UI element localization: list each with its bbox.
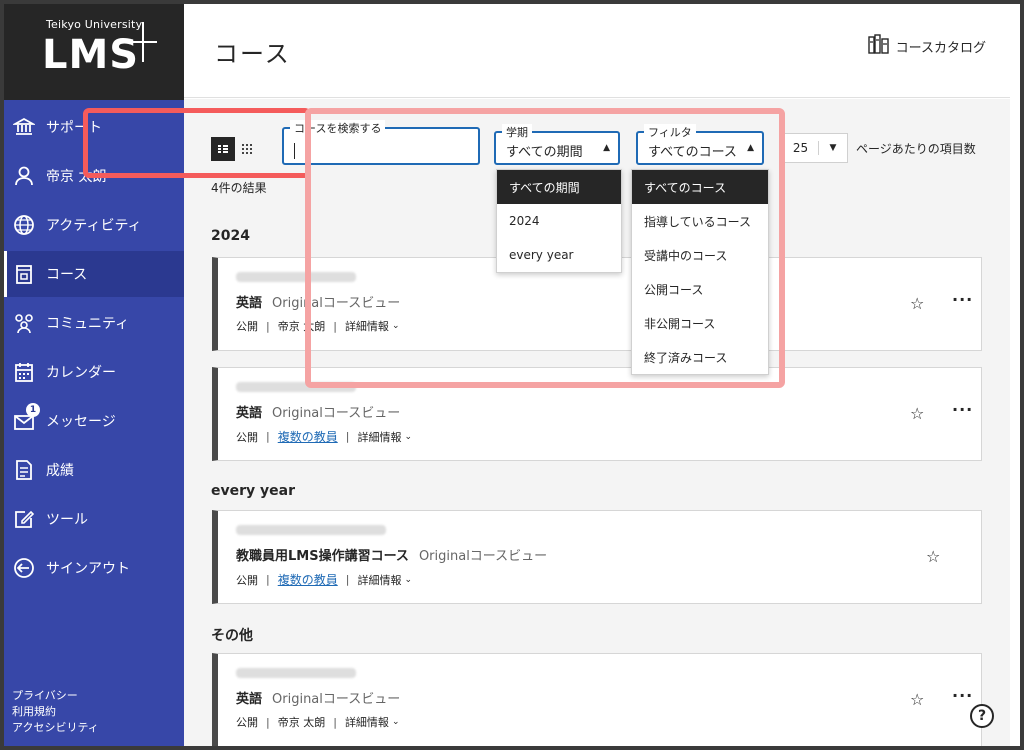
caret-down-icon: ▼ (829, 143, 837, 153)
more-options-icon[interactable]: ··· (952, 290, 973, 309)
course-instructor-link[interactable]: 複数の教員 (278, 428, 338, 445)
course-id-blurred (236, 525, 386, 535)
course-instructor-link[interactable]: 複数の教員 (278, 571, 338, 588)
more-options-icon[interactable]: ··· (952, 686, 973, 705)
course-title[interactable]: 英語 (236, 688, 262, 707)
separator: | (345, 430, 350, 443)
sidebar-footer: プライバシー 利用規約 アクセシビリティ (12, 688, 99, 736)
filters-highlight-box (305, 108, 785, 388)
course-catalog-link[interactable]: コースカタログ (867, 34, 986, 58)
signout-icon (12, 556, 36, 580)
course-title[interactable]: 英語 (236, 292, 262, 311)
bank-icon (12, 115, 36, 139)
page-title: コース (214, 40, 291, 68)
community-icon (12, 311, 36, 335)
chevron-down-icon[interactable]: ⌄ (404, 575, 412, 585)
course-instructor: 帝京 太朗 (277, 716, 326, 729)
sidebar-item-label: コミュニティ (46, 316, 130, 332)
unread-badge: 1 (26, 403, 40, 417)
course-title[interactable]: 英語 (236, 402, 262, 421)
sidebar-item-community[interactable]: コミュニティ (4, 300, 184, 346)
favorite-star-icon[interactable]: ☆ (910, 690, 924, 709)
course-status: 公開 (236, 430, 258, 444)
sidebar-item-label: カレンダー (46, 365, 116, 381)
sidebar-item-label: ツール (46, 512, 88, 528)
logo-university: Teikyo University (46, 18, 143, 31)
course-view-type: Originalコースビュー (418, 549, 548, 564)
course-view-type: Originalコースビュー (272, 406, 401, 421)
course-icon (12, 262, 36, 286)
logo: Teikyo University LMS (4, 4, 184, 100)
separator: | (333, 715, 337, 729)
chevron-down-icon[interactable]: ⌄ (404, 432, 412, 442)
sidebar-item-activity[interactable]: アクティビティ (4, 202, 184, 248)
result-count: 4件の結果 (211, 181, 267, 195)
favorite-star-icon[interactable]: ☆ (926, 547, 940, 566)
sidebar-item-label: コース (46, 267, 88, 283)
course-view-type: Originalコースビュー (272, 692, 401, 707)
mail-icon: 1 (12, 403, 40, 433)
course-title[interactable]: 教職員用LMS操作講習コース (236, 545, 409, 564)
sidebar-item-label: サインアウト (46, 561, 130, 577)
details-toggle[interactable]: 詳細情報 (345, 714, 389, 730)
course-title-row: 英語 Originalコースビュー (236, 688, 400, 707)
separator: | (266, 573, 270, 586)
calendar-icon (12, 360, 36, 384)
details-toggle[interactable]: 詳細情報 (357, 429, 401, 445)
separator: | (345, 573, 350, 586)
per-page-select[interactable]: 25 ▼ (782, 133, 848, 163)
separator: | (266, 430, 270, 443)
user-icon (12, 164, 36, 188)
sidebar-item-grades[interactable]: 成績 (4, 447, 184, 493)
course-title-row: 英語 Originalコースビュー (236, 402, 400, 421)
course-status: 公開 (236, 716, 258, 729)
accessibility-link[interactable]: アクセシビリティ (12, 720, 99, 736)
per-page-label: ページあたりの項目数 (856, 141, 976, 156)
sidebar-item-tools[interactable]: ツール (4, 496, 184, 542)
group-heading: 2024 (211, 228, 250, 244)
course-title-row: 教職員用LMS操作講習コース Originalコースビュー (236, 545, 547, 564)
terms-link[interactable]: 利用規約 (12, 704, 99, 720)
sidebar-item-messages[interactable]: 1 メッセージ (4, 398, 184, 444)
course-meta: 公開 | 複数の教員 | 詳細情報 ⌄ (236, 428, 412, 445)
logo-cross-horizontal (131, 41, 157, 43)
sidebar-item-signout[interactable]: サインアウト (4, 545, 184, 591)
course-card[interactable]: 教職員用LMS操作講習コース Originalコースビュー 公開 | 複数の教員… (212, 510, 982, 604)
course-status: 公開 (236, 573, 258, 587)
help-icon[interactable]: ? (970, 704, 994, 728)
course-status: 公開 (236, 320, 258, 333)
sidebar-item-calendar[interactable]: カレンダー (4, 349, 184, 395)
course-meta: 公開 | 複数の教員 | 詳細情報 ⌄ (236, 571, 412, 588)
tools-icon (12, 507, 36, 531)
catalog-icon (867, 34, 890, 58)
group-heading: その他 (211, 628, 253, 644)
privacy-link[interactable]: プライバシー (12, 688, 99, 704)
more-options-icon[interactable]: ··· (952, 400, 973, 419)
catalog-label: コースカタログ (895, 40, 986, 56)
sidebar-item-label: メッセージ (46, 414, 116, 430)
course-id-blurred (236, 668, 356, 678)
favorite-star-icon[interactable]: ☆ (910, 404, 924, 423)
page-header: コース コースカタログ (184, 4, 1010, 98)
sidebar-item-label: アクティビティ (46, 218, 142, 234)
course-meta: 公開 | 帝京 太朗 | 詳細情報 ⌄ (236, 714, 399, 730)
sidebar-item-courses[interactable]: コース (4, 251, 184, 297)
per-page-value: 25 (783, 141, 819, 155)
logo-product: LMS (42, 32, 140, 78)
per-page-control: 25 ▼ ページあたりの項目数 (782, 133, 976, 163)
group-heading: every year (211, 483, 295, 499)
course-card[interactable]: 英語 Originalコースビュー 公開 | 帝京 太朗 | 詳細情報 ⌄ ☆ … (212, 653, 982, 746)
favorite-star-icon[interactable]: ☆ (910, 294, 924, 313)
globe-icon (12, 213, 36, 237)
separator: | (266, 715, 270, 729)
search-highlight-box (83, 108, 311, 178)
grades-icon (12, 458, 36, 482)
sidebar-item-label: 成績 (46, 463, 74, 479)
details-toggle[interactable]: 詳細情報 (357, 572, 401, 588)
separator: | (266, 319, 270, 333)
chevron-down-icon[interactable]: ⌄ (392, 717, 400, 727)
